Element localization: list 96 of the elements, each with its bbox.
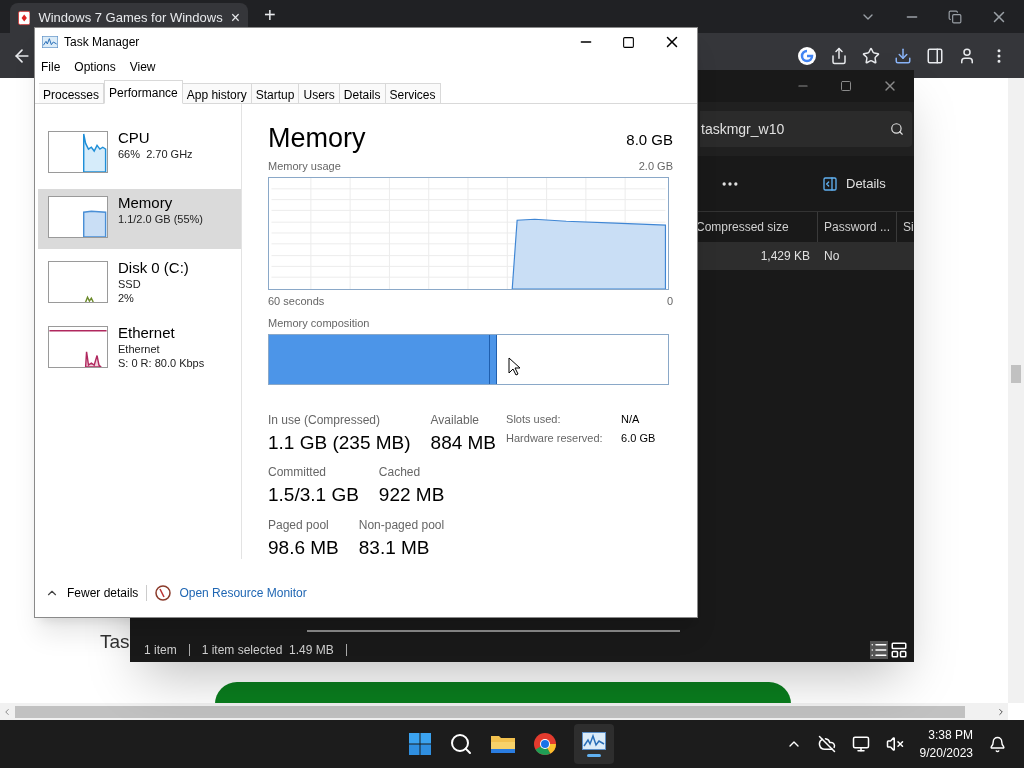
tab[interactable]: Details xyxy=(339,83,386,104)
notifications-icon[interactable] xyxy=(989,735,1006,753)
stat-value: 1.1 GB (235 MB) xyxy=(268,430,411,455)
muted-speaker-icon[interactable] xyxy=(885,735,904,753)
mini-graph xyxy=(48,131,108,173)
tab[interactable]: Services xyxy=(385,83,441,104)
table-cell-text: No xyxy=(823,248,840,265)
total-memory: 8.0 GB xyxy=(626,129,673,150)
table-cell-text: 1,429 KB xyxy=(759,248,810,265)
horizontal-scrollbar[interactable] xyxy=(307,630,680,632)
status-text: 1 item selected 1.49 MB xyxy=(201,642,334,659)
stat-label: In use (Compressed) xyxy=(268,411,382,429)
window-title: Task Manager xyxy=(64,34,140,51)
menu-item[interactable]: Options xyxy=(74,58,116,76)
maximize-icon[interactable] xyxy=(622,35,635,49)
card-icon xyxy=(18,10,31,26)
page-heading: Tas xyxy=(100,630,130,654)
column-header[interactable]: Si xyxy=(897,212,914,242)
task-manager-icon xyxy=(42,36,58,48)
search-field[interactable]: taskmgr_w10 xyxy=(700,111,912,147)
panel-title: Memory xyxy=(268,122,366,154)
graph-max: 2.0 GB xyxy=(638,159,673,174)
scroll-thumb[interactable] xyxy=(15,705,965,718)
stat-label: Committed xyxy=(268,464,327,481)
side-panel-icon[interactable] xyxy=(926,46,944,65)
details-pane-icon xyxy=(822,175,838,192)
details-button[interactable]: Details xyxy=(822,173,886,194)
axis-label: 0 xyxy=(666,293,673,309)
tab[interactable]: Startup xyxy=(251,83,300,104)
item-detail: SSD xyxy=(118,277,142,291)
banner-button[interactable] xyxy=(215,682,791,704)
status-text: 1 item xyxy=(144,642,177,659)
detail-label: Slots used: xyxy=(506,411,562,427)
detail-label: Hardware reserved: xyxy=(506,431,604,446)
task-manager-icon xyxy=(582,731,606,750)
scroll-thumb[interactable] xyxy=(1011,365,1021,383)
axis-label: 60 seconds xyxy=(268,293,325,309)
stat-label: Paged pool xyxy=(268,516,330,534)
graph-label: Memory composition xyxy=(268,316,371,331)
search-icon xyxy=(890,122,904,136)
item-name: Ethernet xyxy=(118,324,176,342)
clock-time[interactable]: 3:38 PM xyxy=(928,726,973,744)
item-name: CPU xyxy=(118,129,151,147)
detail-value: N/A xyxy=(621,411,640,427)
windows-logo-icon[interactable] xyxy=(408,732,432,756)
item-detail: 1.1/2.0 GB (55%) xyxy=(118,212,203,226)
clock-date[interactable]: 9/20/2023 xyxy=(919,744,973,762)
stat-label: Non-paged pool xyxy=(358,516,445,534)
menu-item[interactable]: View xyxy=(129,58,156,76)
stat-value: 922 MB xyxy=(378,483,445,507)
stat-value: 884 MB xyxy=(430,430,497,455)
search-icon[interactable] xyxy=(449,732,473,756)
graph-label: Memory usage xyxy=(268,159,341,174)
fewer-details-link[interactable]: Fewer details xyxy=(67,584,139,602)
item-name: Memory xyxy=(118,194,174,212)
sidebar-item[interactable]: Memory 1.1/2.0 GB (55%) xyxy=(38,189,241,249)
vertical-scrollbar[interactable] xyxy=(1008,78,1024,703)
tab[interactable]: Performance xyxy=(104,80,183,104)
resource-monitor-link[interactable]: Open Resource Monitor xyxy=(179,584,307,602)
tab-close-button[interactable]: × xyxy=(230,6,240,30)
profile-icon[interactable] xyxy=(958,46,976,65)
scroll-right-icon[interactable] xyxy=(996,706,1006,717)
item-name: Disk 0 (C:) xyxy=(118,259,189,277)
stat-value: 98.6 MB xyxy=(268,535,339,560)
tab[interactable]: Processes xyxy=(39,83,105,104)
stat-label: Available xyxy=(430,411,481,429)
folder-icon[interactable] xyxy=(490,733,516,755)
horizontal-scrollbar[interactable] xyxy=(0,703,1008,720)
item-detail: Ethernet xyxy=(118,342,161,356)
item-detail: 66% 2.70 GHz xyxy=(118,147,193,161)
details-view-icon[interactable] xyxy=(870,641,888,659)
tab-title: Windows 7 Games for Windows xyxy=(38,9,223,28)
bookmark-star-icon[interactable] xyxy=(862,46,880,65)
item-detail: S: 0 R: 80.0 Kbps xyxy=(118,356,205,370)
stat-label: Cached xyxy=(378,464,422,481)
item-detail: 2% xyxy=(118,291,135,305)
file-row[interactable]: 1,429 KB No xyxy=(698,242,914,270)
mini-graph xyxy=(48,261,108,303)
download-icon[interactable] xyxy=(894,46,912,65)
modified-segment xyxy=(490,334,498,384)
tiles-view-icon[interactable] xyxy=(890,641,908,659)
tab[interactable]: App history xyxy=(182,83,252,104)
restore-icon[interactable] xyxy=(948,9,962,24)
mini-graph xyxy=(48,196,108,238)
resource-monitor-icon xyxy=(155,585,172,601)
stat-value: 83.1 MB xyxy=(358,535,431,560)
menu-item[interactable]: File xyxy=(41,58,61,76)
cloud-off-icon[interactable] xyxy=(817,735,836,753)
share-icon[interactable] xyxy=(830,46,848,65)
detail-value: 6.0 GB xyxy=(621,431,656,446)
new-tab-button[interactable]: + xyxy=(264,0,276,30)
stat-value: 1.5/3.1 GB xyxy=(268,483,359,507)
mouse-cursor-icon xyxy=(508,357,521,376)
task-manager-taskbar-button[interactable] xyxy=(574,724,614,764)
mini-graph xyxy=(48,326,108,368)
tab[interactable]: Users xyxy=(299,83,340,104)
